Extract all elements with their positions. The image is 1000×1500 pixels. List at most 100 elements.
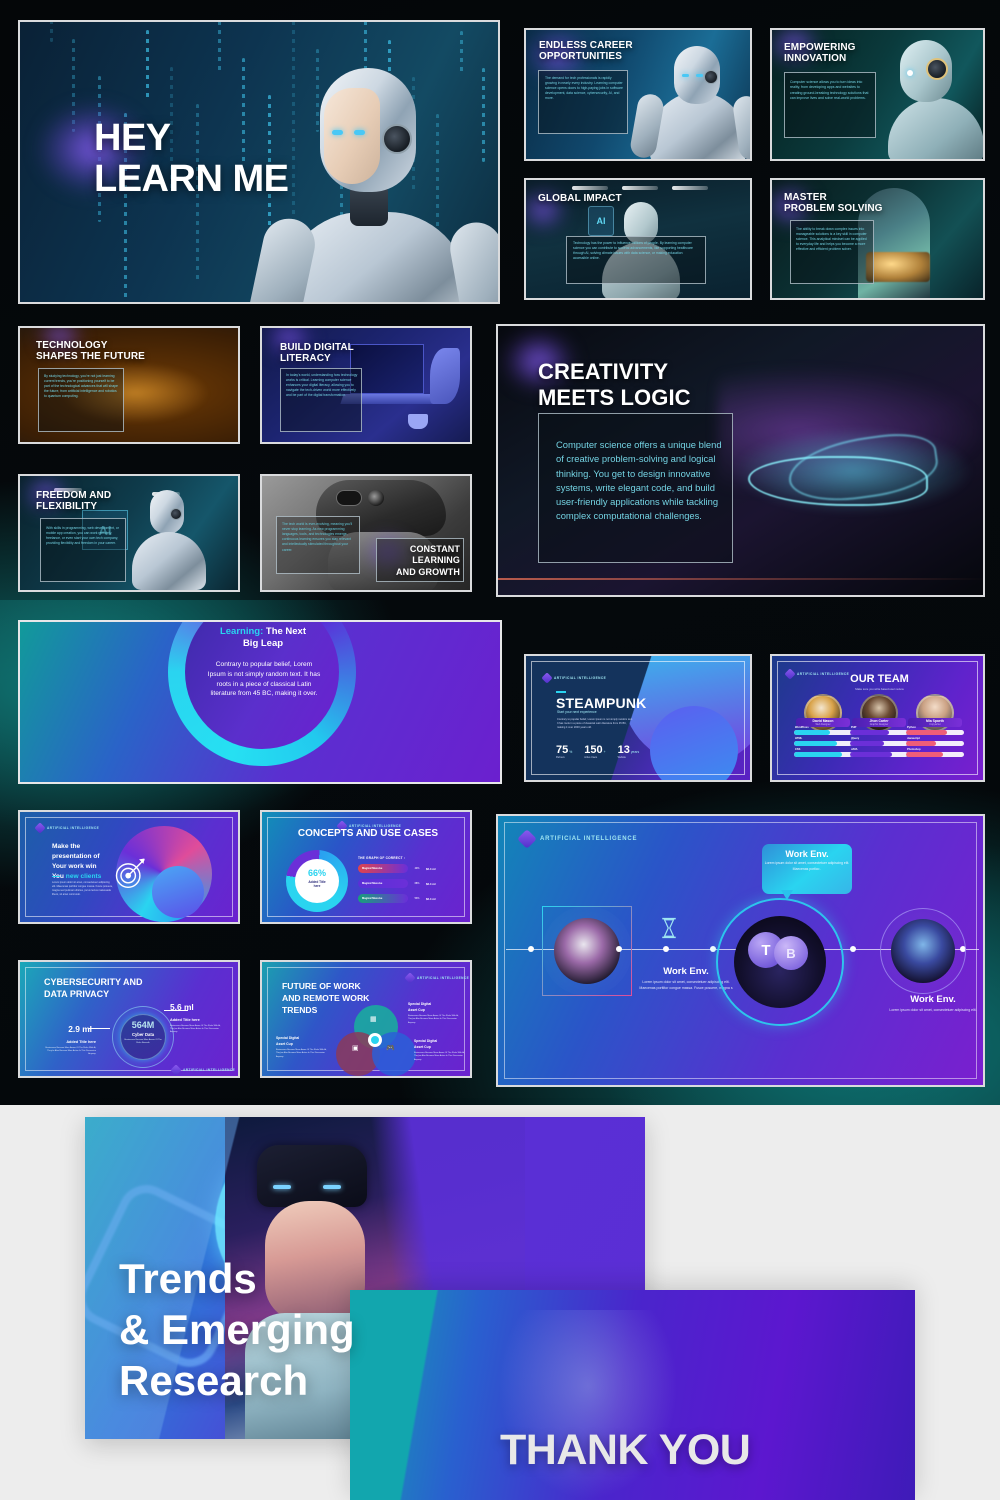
slide-global-impact[interactable]: AI GLOBAL IMPACT Technology has the powe… [524,178,752,300]
slide-ai-work-environment-timeline[interactable]: ARTIFICIAL INTELLIGENCE Work Env. Lorem … [496,814,985,1087]
slide-body-text: The tech world is ever-evolving, meaning… [282,522,353,552]
floor-line-decoration [498,578,983,580]
concepts-row: Magical Massive 40% $2.4 ml [358,864,436,873]
concepts-rows-container: Magical Massive 40% $2.4 ml Magical Massive… [358,864,436,909]
slide-technology-shapes-the-future[interactable]: TECHNOLOGY SHAPES THE FUTURE By studying… [18,326,240,444]
slide-body-text: In today's world, understanding how tech… [286,373,358,398]
brand-badge: ARTIFICIAL INTELLIGENCE [541,672,606,684]
make-title-line-1: Make the [52,843,81,850]
slide-title: BUILD DIGITAL LITERACY [280,342,354,364]
leap-title-rest: The Next [263,626,307,637]
slide-make-the-presentation[interactable]: ARTIFICIAL INTELLIGENCE Make the present… [18,810,240,924]
skill-bar-label: WordPress [795,726,809,729]
slide-thank-you[interactable]: THANK YOU [350,1290,915,1500]
coffee-cup-decoration [408,414,428,429]
skill-bar-label: PHP [851,726,857,729]
vr-headset-camera [368,490,384,506]
make-title-accent: new clients [65,873,102,881]
slide-future-of-work-and-remote-work-trends[interactable]: ARTIFICIAL INTELLIGENCE FUTURE OF WORK A… [260,960,472,1078]
ai-hologram-chip: AI [588,206,614,236]
slide-title-line-2: SHAPES THE FUTURE [36,351,145,363]
slide-master-problem-solving[interactable]: MASTER PROBLEM SOLVING The ability to br… [770,178,985,300]
robot-head-shape [320,68,416,192]
skill-bar-label: HTML [795,737,803,740]
slide-title: EMPOWERING INNOVATION [784,42,856,64]
cyber-center-value: 564M [131,1020,155,1030]
team-member-chip: Mia Spaeth Copywriter [908,718,962,727]
skill-bar-fill [794,741,837,746]
concepts-row-pct: 40% [414,867,420,870]
venn-center-dot [371,1036,379,1044]
cyber-right-title: Added Title here [170,1018,200,1022]
future-title-line-2: AND REMOTE WORK [282,993,370,1004]
robot-head-shape [150,490,184,534]
slide-cybersecurity-and-data-privacy[interactable]: CYBERSECURITY AND DATA PRIVACY 564M Cybe… [18,960,240,1078]
accent-dash [556,691,566,693]
concepts-row: Magical Massive 53% $2.4 ml [358,894,436,903]
future-item-1: Special Digital Asset Cup Businesses Bec… [408,1002,459,1024]
slide-constant-learning-and-growth[interactable]: The tech world is ever-evolving, meaning… [260,474,472,592]
slide-title-line-1: GLOBAL IMPACT [538,193,622,204]
robot-eye-right [354,130,365,135]
slide-title-line-1: TECHNOLOGY [36,340,108,351]
slide-title-line-2: FLEXIBILITY [36,501,98,513]
skill-bar-fill [906,730,947,735]
concepts-row-value: $2.4 ml [426,866,436,871]
slide-empowering-innovation[interactable]: EMPOWERING INNOVATION Computer science a… [770,28,985,161]
skill-bar-label: Photoshop [907,748,921,751]
skill-bar [794,730,852,735]
concepts-row-pct: 68% [414,882,420,885]
slide-build-digital-literacy[interactable]: BUILD DIGITAL LITERACY In today's world,… [260,326,472,444]
slide-title-line-2: OPPORTUNITIES [539,51,622,63]
ceiling-light-decoration [572,186,608,190]
skill-bar-label: Javascript [907,737,920,740]
slide-title-line-3: AND GROWTH [396,566,460,577]
skill-bar-fill [850,752,892,757]
slide-endless-career-opportunities[interactable]: ENDLESS CAREER OPPORTUNITIES The demand … [524,28,752,161]
future-item-2: Special Digital Asset Cup Businesses Bec… [276,1036,327,1058]
slide-title-line-1: MASTER [784,192,827,203]
skill-bar-label: JAVA [851,748,858,751]
slide-hey-learn-me[interactable]: HEY LEARN ME [18,20,500,304]
skill-bar-label: CSS [795,748,801,751]
robot-eye-right [696,74,703,77]
team-subtitle: Make sure you write based user review [855,687,904,691]
skill-bar-fill [906,741,937,746]
brand-badge: ARTIFICIAL INTELLIGENCE [170,1064,235,1076]
slide-freedom-and-flexibility[interactable]: AI FREEDOM AND FLEXIBILITY With skills i… [18,474,240,592]
timeline-dot [663,946,669,952]
skill-bar [850,730,908,735]
skill-bar [850,752,908,757]
future-item-3: Special Digital Asset Cup Businesses Bec… [414,1039,465,1061]
slide-creativity-meets-logic[interactable]: CREATIVITY MEETS LOGIC Computer science … [496,324,985,597]
skill-bar [906,741,964,746]
vr-headset-lens [336,490,362,506]
slide-steampunk[interactable]: ARTIFICIAL INTELLIGENCE STEAMPUNK Start … [524,654,752,782]
steampunk-stat-value: 13 [617,744,630,756]
steampunk-subtitle: Start your next experience [557,710,597,714]
slide-learning-the-next-big-leap[interactable]: Learning: The Next Big Leap Contrary to … [18,620,502,784]
concepts-graph-heading: THE GRAPH OF CORRECT : [358,856,406,860]
timeline-node-image-1 [554,918,620,984]
slide-concepts-and-use-cases[interactable]: ARTIFICIAL INTELLIGENCE CONCEPTS AND USE… [260,810,472,924]
accent-dash [52,876,60,877]
steampunk-stat-unit: years [630,750,640,754]
concepts-donut-percent: 66% [307,868,326,878]
slide-title-line-2: MEETS LOGIC [538,385,691,411]
concepts-row-pct: 53% [414,897,420,900]
robot-eye-left [682,74,689,77]
steampunk-stat-label: Website [617,757,626,759]
slide-our-team[interactable]: ARTIFICIAL INTELLIGENCE OUR TEAM Make su… [770,654,985,782]
slide-title: GLOBAL IMPACT [538,193,622,204]
callout-tail [781,890,793,900]
brand-badge-label: ARTIFICIAL INTELLIGENCE [540,836,638,842]
cyber-left-value: 2.9 ml [68,1024,92,1034]
leap-body-text: Contrary to popular belief, Lorem Ipsum … [207,661,321,698]
slide-title-line-1: ENDLESS CAREER [539,40,633,51]
robot-ear-shape [704,70,718,84]
slide-title-line-1: BUILD DIGITAL [280,342,354,353]
timeline-dot [528,946,534,952]
cyber-center-label: Cyber Data [131,1032,155,1037]
robot-head-shape [900,40,952,102]
skill-bar [794,741,852,746]
